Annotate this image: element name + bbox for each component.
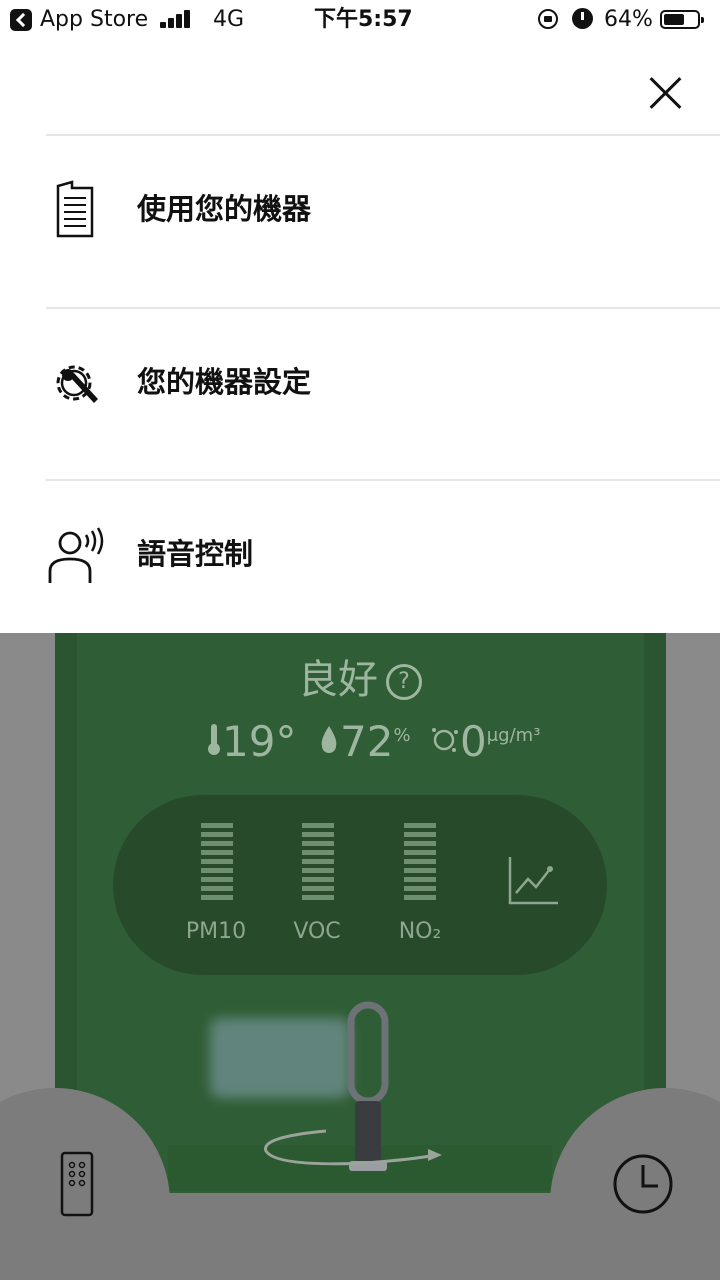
particles-unit: μg/m³: [486, 725, 541, 746]
particles-value: 0: [460, 717, 487, 766]
humidity-reading: 72%: [318, 717, 411, 766]
schedule-clock-icon[interactable]: [612, 1153, 674, 1215]
close-icon[interactable]: [646, 74, 684, 112]
back-arrow-icon[interactable]: [10, 9, 32, 31]
particles-reading: 0μg/m³: [430, 717, 540, 766]
network-type: 4G: [213, 7, 245, 32]
no2-label: NO₂: [398, 919, 442, 944]
background-app-view: 良好? 19° 72% 0μg/m³ PM10 VOC NO₂: [0, 633, 720, 1280]
temperature-value: 19°: [222, 717, 297, 766]
remote-control-icon[interactable]: [60, 1151, 94, 1217]
menu-item-machine-settings[interactable]: 您的機器設定: [0, 309, 720, 479]
battery-icon: [660, 10, 704, 29]
menu-item-voice-control[interactable]: 語音控制: [0, 481, 720, 651]
no2-meter: [404, 823, 436, 903]
air-quality-status: 良好?: [0, 647, 720, 705]
settings-wrench-icon: [56, 365, 98, 403]
trend-chart-icon[interactable]: [506, 853, 562, 909]
voc-label: VOC: [293, 919, 341, 944]
voice-control-icon: [48, 527, 104, 583]
humidity-unit: %: [393, 725, 411, 746]
battery-percentage: 64%: [604, 7, 653, 32]
clock-time: 下午5:57: [314, 7, 413, 32]
water-drop-icon: [321, 726, 337, 753]
help-icon[interactable]: ?: [386, 664, 422, 700]
alarm-icon: [572, 8, 593, 29]
particles-icon: [432, 728, 458, 752]
humidity-value: 72: [340, 717, 394, 766]
manual-icon: [56, 180, 94, 238]
menu-item-label: 使用您的機器: [137, 192, 312, 226]
temperature-reading: 19°: [206, 717, 296, 766]
pm10-meter: [201, 823, 233, 903]
signal-icon: [160, 10, 194, 28]
menu-item-label: 語音控制: [137, 537, 254, 571]
menu-item-use-machine[interactable]: 使用您的機器: [0, 136, 720, 306]
pm10-label: PM10: [185, 919, 247, 944]
orientation-lock-icon: [538, 9, 558, 29]
airflow-visual: [210, 1018, 350, 1098]
voc-meter: [302, 823, 334, 903]
status-bar: App Store 4G 下午5:57 64%: [0, 0, 720, 40]
menu-item-label: 您的機器設定: [137, 365, 312, 399]
oscillation-arrow-icon: [264, 1129, 442, 1166]
air-quality-label: 良好: [298, 657, 378, 703]
back-to-app-label[interactable]: App Store: [40, 6, 148, 34]
menu-sheet: 使用您的機器 您的機器設定 語音控制: [0, 40, 720, 633]
thermometer-icon: [208, 724, 220, 755]
pollutant-panel[interactable]: PM10 VOC NO₂: [113, 795, 607, 975]
